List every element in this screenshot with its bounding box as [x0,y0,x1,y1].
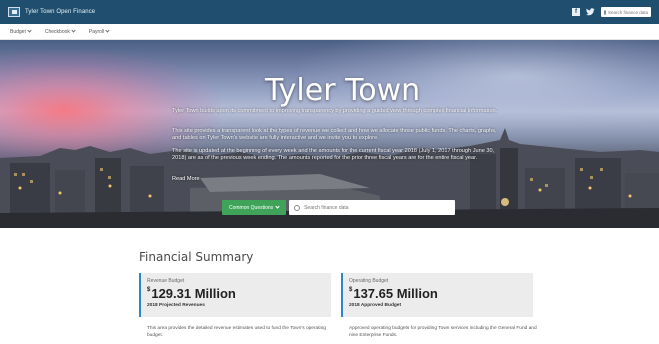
main-nav: Budget Checkbook Payroll [0,24,659,40]
card-subtitle: 2018 Projected Revenues [147,303,205,308]
search-icon [294,204,301,211]
chevron-down-icon [71,28,76,33]
card-value: $ 137.65 Million [349,286,527,301]
card-label: Revenue Budget [147,278,185,284]
hero-search-box [289,200,456,215]
hero-search-input[interactable] [304,204,451,211]
nav-item-label: Payroll [88,28,105,35]
common-questions-label: Common Questions [229,204,274,211]
hero-title: Tyler Town [265,73,421,108]
brand-logo-icon [8,7,20,17]
top-search-input[interactable] [608,9,648,15]
financial-summary-title: Financial Summary [139,250,254,264]
brand[interactable]: Tyler Town Open Finance [8,7,95,17]
nav-item-payroll[interactable]: Payroll [88,28,110,35]
top-right-controls: f [572,7,651,17]
operating-budget-card[interactable]: Operating Budget $ 137.65 Million 2018 A… [341,273,533,317]
hero-paragraph: Tyler Town builds upon its commitment to… [172,108,498,114]
chevron-down-icon [105,28,110,33]
common-questions-button[interactable]: Common Questions [222,200,287,215]
read-more-link[interactable]: Read More [172,176,200,182]
currency-symbol: $ [147,287,151,293]
twitter-bird-svg [586,8,595,16]
chevron-down-icon [275,204,280,209]
card-amount: 137.65 Million [353,286,438,301]
card-label: Operating Budget [349,278,389,284]
card-value: $ 129.31 Million [147,286,325,301]
card-description: This area provides the detailed revenue … [147,326,326,338]
card-description: Approved operating budgets for providing… [349,326,537,338]
nav-item-label: Checkbook [44,28,70,35]
card-amount: 129.31 Million [151,286,236,301]
twitter-icon[interactable] [586,8,595,16]
nav-item-budget[interactable]: Budget [10,28,32,35]
currency-symbol: $ [349,287,353,293]
hero-banner: Tyler Town Tyler Town builds upon its co… [0,40,659,228]
card-subtitle: 2018 Approved Budget [349,303,402,308]
revenue-budget-card[interactable]: Revenue Budget $ 129.31 Million 2018 Pro… [139,273,331,317]
search-icon [604,9,606,15]
facebook-icon[interactable]: f [572,8,580,16]
app-title: Tyler Town Open Finance [25,9,96,15]
chevron-down-icon [27,28,32,33]
top-bar: Tyler Town Open Finance f [0,0,659,24]
hero-paragraph: This site provides a transparent look at… [172,128,497,141]
nav-item-checkbook[interactable]: Checkbook [44,28,76,35]
top-search-box [601,7,651,17]
nav-item-label: Budget [10,28,26,35]
hero-paragraph: The site is updated at the beginning of … [172,148,495,161]
hero-controls: Common Questions [222,200,456,215]
